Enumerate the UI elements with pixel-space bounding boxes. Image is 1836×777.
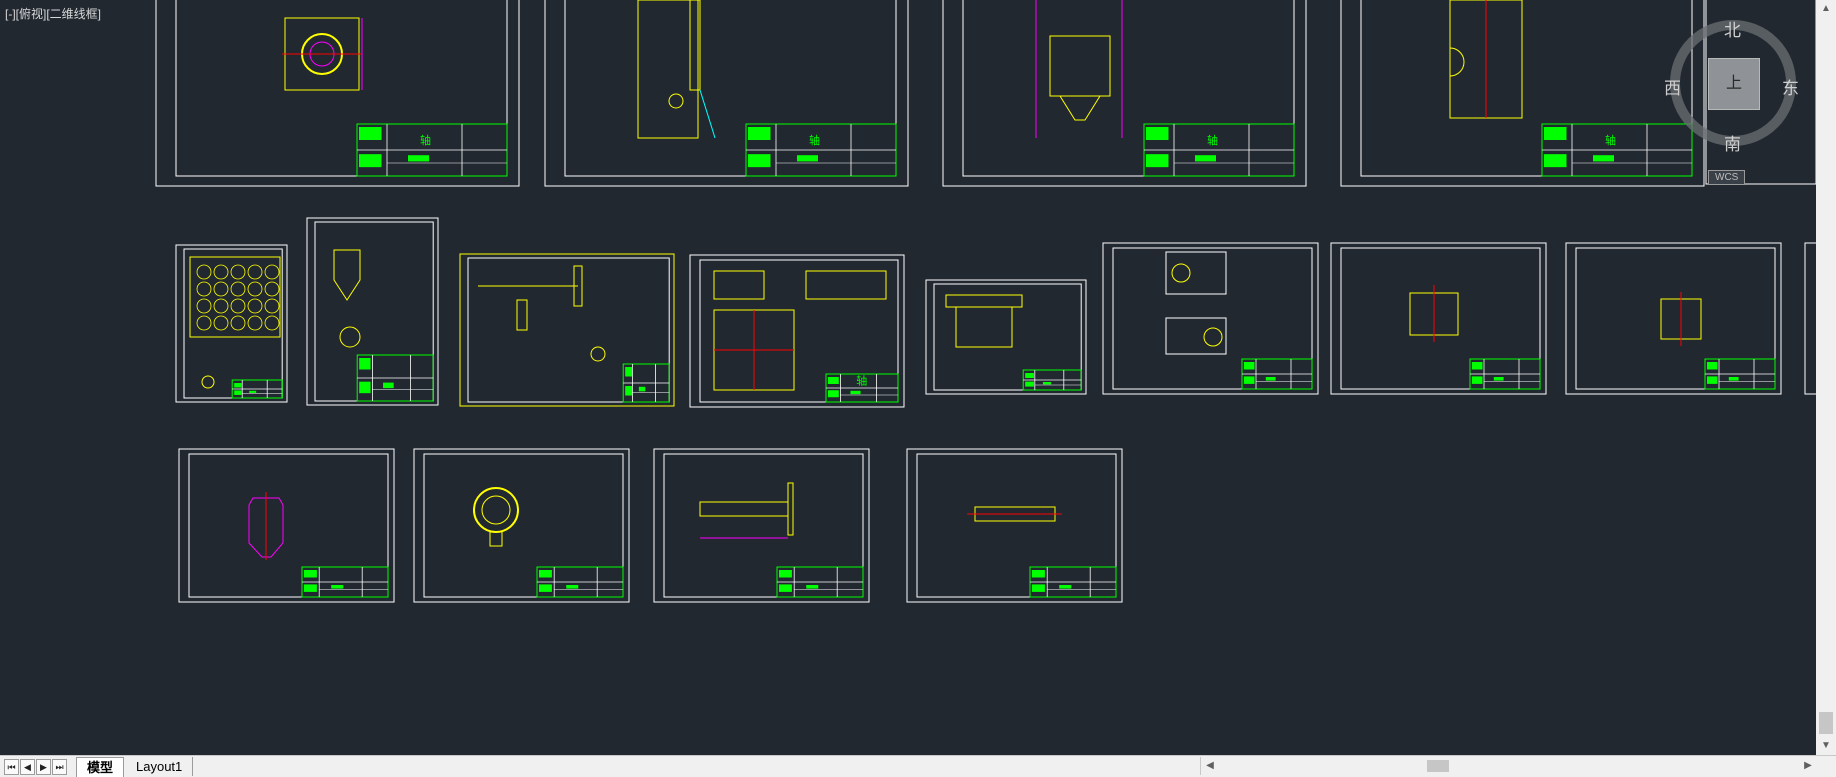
drawings-canvas[interactable]: 轴轴轴轴轴 — [0, 0, 1816, 755]
drawing-sheet-14[interactable] — [413, 448, 630, 603]
compass-west[interactable]: 西 — [1664, 74, 1681, 99]
drawing-sheet-9[interactable] — [925, 279, 1087, 395]
wcs-menu[interactable]: WCS — [1708, 170, 1746, 185]
tab-layout1[interactable]: Layout1 — [126, 757, 194, 776]
model-space-viewport[interactable]: 轴轴轴轴轴 [-][俯视][二维线框] 北 西 东 南 上 WCS — [0, 0, 1816, 755]
drawing-sheet-16[interactable] — [906, 448, 1123, 603]
drawing-sheet-10[interactable] — [1102, 242, 1319, 395]
vertical-scroll-thumb[interactable] — [1819, 712, 1833, 734]
tab-model[interactable]: 模型 — [76, 757, 125, 777]
title-block-text: 轴 — [856, 374, 867, 388]
drawing-sheet-7[interactable] — [459, 253, 675, 407]
next-tab-icon[interactable]: ▶ — [36, 759, 51, 775]
last-tab-icon[interactable]: ⏭ — [52, 759, 67, 775]
drawing-sheet-15[interactable] — [653, 448, 870, 603]
prev-tab-icon[interactable]: ◀ — [20, 759, 35, 775]
drawing-sheet-12[interactable] — [1565, 242, 1782, 395]
title-block-text: 轴 — [420, 133, 431, 147]
view-controls-label[interactable]: [-][俯视][二维线框] — [5, 5, 101, 22]
scroll-down-arrow-icon[interactable]: ▼ — [1816, 737, 1836, 755]
drawing-sheet-6[interactable] — [306, 217, 439, 406]
horizontal-scrollbar[interactable]: ◀ ▶ — [1200, 757, 1817, 775]
title-block-text: 轴 — [1605, 133, 1616, 147]
title-block-text: 轴 — [809, 133, 820, 147]
drawing-sheet-2[interactable]: 轴 — [544, 0, 909, 187]
scroll-left-arrow-icon[interactable]: ◀ — [1201, 757, 1219, 775]
drawing-sheet-3[interactable]: 轴 — [942, 0, 1307, 187]
drawing-sheet-13[interactable] — [178, 448, 395, 603]
drawing-sheet-8[interactable]: 轴 — [689, 254, 905, 408]
drawing-sheet-4[interactable]: 轴 — [1340, 0, 1705, 187]
vertical-scrollbar[interactable]: ▲ ▼ — [1816, 0, 1836, 755]
drawing-sheet-5[interactable] — [175, 244, 288, 403]
horizontal-scroll-thumb[interactable] — [1427, 760, 1449, 772]
compass-south[interactable]: 南 — [1724, 130, 1741, 155]
drawing-sheet-11[interactable] — [1330, 242, 1547, 395]
scroll-right-arrow-icon[interactable]: ▶ — [1799, 757, 1817, 775]
compass-north[interactable]: 北 — [1724, 16, 1741, 41]
drawing-sheet-1[interactable]: 轴 — [155, 0, 520, 187]
compass-east[interactable]: 东 — [1782, 74, 1799, 99]
title-block-text: 轴 — [1207, 133, 1218, 147]
scroll-up-arrow-icon[interactable]: ▲ — [1816, 0, 1836, 18]
viewcube[interactable]: 北 西 东 南 上 — [1660, 14, 1800, 164]
viewcube-top-face[interactable]: 上 — [1708, 58, 1760, 110]
layout-tab-bar: ⏮ ◀ ▶ ⏭ 模型 Layout1 ◀ ▶ — [0, 755, 1836, 777]
first-tab-icon[interactable]: ⏮ — [4, 759, 19, 775]
